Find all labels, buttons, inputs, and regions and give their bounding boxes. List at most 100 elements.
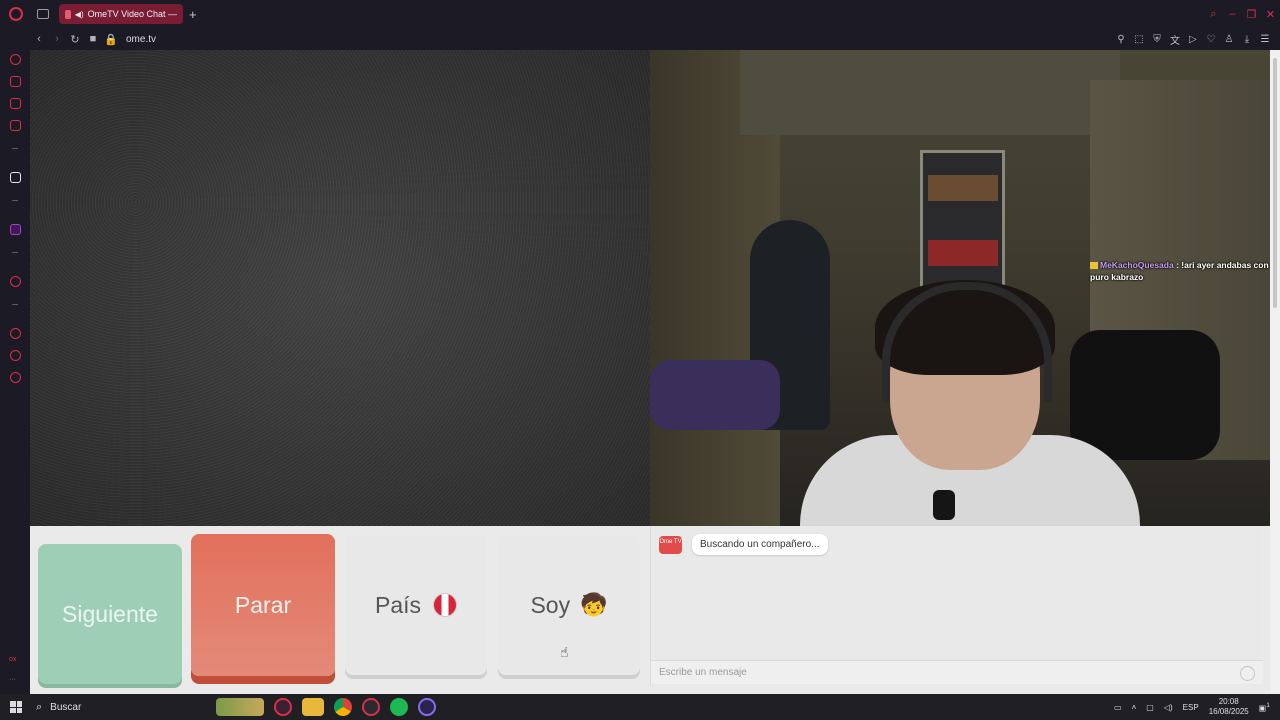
stream-chat-overlay: MeKachoQuesada : !ari ayer andabas con p…	[1090, 259, 1270, 283]
new-tab-button[interactable]: +	[189, 7, 197, 22]
workspace-icon[interactable]	[37, 9, 49, 19]
sidebar-divider	[12, 304, 18, 305]
pin-icon[interactable]: ⚲	[1112, 34, 1130, 45]
network-icon[interactable]: ▢	[1146, 703, 1154, 712]
volume-icon[interactable]: ◁)	[1164, 703, 1173, 712]
clock-time: 20:08	[1218, 697, 1239, 706]
sidebar-ox-label[interactable]: ox	[9, 656, 16, 663]
chrome-icon[interactable]	[334, 698, 352, 716]
easy-setup-icon[interactable]: ☰	[1256, 34, 1274, 45]
camera-icon[interactable]: ■	[84, 33, 102, 45]
messenger-icon[interactable]	[10, 98, 21, 109]
spotify-icon[interactable]	[390, 698, 408, 716]
search-label: Buscar	[50, 701, 82, 713]
history-icon[interactable]	[10, 328, 21, 339]
browser-titlebar: ◀) OmeTV Video Chat — + ⌕ – ❐ ✕	[0, 0, 1280, 28]
gender-button-label: Soy	[530, 591, 571, 618]
tab-title: OmeTV Video Chat —	[87, 9, 177, 19]
lock-icon: 🔒	[104, 33, 118, 46]
ometv-favicon-icon	[65, 9, 71, 19]
url-field[interactable]: ome.tv	[126, 34, 156, 45]
ometv-logo-icon: Ome TV	[659, 536, 682, 554]
gaming-chair	[1070, 330, 1220, 460]
page-scrollbar[interactable]	[1270, 50, 1280, 694]
scrollbar-thumb[interactable]	[1273, 58, 1277, 308]
shelf-items	[928, 240, 998, 266]
sidebar-divider	[12, 200, 18, 201]
boy-icon: 🧒	[580, 592, 608, 617]
wallet-icon[interactable]: ♙	[1220, 34, 1238, 45]
file-explorer-icon[interactable]	[302, 698, 324, 716]
shelf-boxes	[928, 175, 998, 201]
extensions-icon[interactable]	[10, 350, 21, 361]
restore-icon[interactable]: ❐	[1242, 8, 1261, 21]
obs-icon[interactable]	[418, 698, 436, 716]
close-icon[interactable]: ✕	[1261, 8, 1280, 21]
next-button[interactable]: Siguiente	[38, 544, 182, 684]
speaker-icon[interactable]: ◀)	[75, 10, 84, 19]
sidebar-divider	[12, 252, 18, 253]
opera-taskbar-icon[interactable]	[274, 698, 292, 716]
back-icon[interactable]: ‹	[30, 33, 48, 45]
floor-bag	[650, 360, 780, 430]
twitch-icon[interactable]	[10, 224, 21, 235]
gender-button[interactable]: Soy 🧒	[498, 535, 640, 675]
opera-sidebar: ox ···	[0, 50, 30, 694]
tray-chevron-icon[interactable]: ˄	[1132, 703, 1137, 712]
play-icon[interactable]: ▷	[1184, 34, 1202, 45]
bag-icon[interactable]	[10, 76, 21, 87]
snapshot-icon[interactable]: ⬚	[1130, 34, 1148, 45]
room-ceiling	[740, 50, 1120, 135]
clock[interactable]: 20:08 16/08/2025	[1209, 697, 1249, 717]
chat-badge-icon	[1090, 262, 1098, 269]
window-controls: ⌕ – ❐ ✕	[1204, 8, 1280, 21]
minimize-icon[interactable]: –	[1223, 8, 1242, 20]
chat-username: MeKachoQuesada	[1100, 260, 1174, 270]
message-placeholder: Escribe un mensaje	[659, 667, 747, 678]
next-button-label: Siguiente	[62, 600, 158, 627]
download-icon[interactable]: ⤓	[1238, 34, 1256, 45]
language-indicator[interactable]: ESP	[1183, 703, 1199, 712]
search-tabs-icon[interactable]: ⌕	[1204, 8, 1223, 21]
sidebar-more-icon[interactable]: ···	[9, 676, 16, 683]
message-input[interactable]: Escribe un mensaje	[651, 660, 1263, 684]
address-bar: ‹ › ↻ ■ 🔒 ome.tv ⚲ ⬚ ⛨ 文 ▷ ♡ ♙ ⤓ ☰	[0, 28, 1280, 50]
reload-icon[interactable]: ↻	[66, 33, 84, 46]
arc-icon[interactable]	[10, 172, 21, 183]
emoji-icon[interactable]	[1240, 666, 1255, 681]
notification-count: 1	[1266, 701, 1270, 709]
stop-button-label: Parar	[234, 591, 292, 618]
start-icon[interactable]	[10, 701, 22, 713]
taskbar-search[interactable]: ⌕ Buscar	[36, 701, 206, 714]
country-filter-button[interactable]: País	[345, 535, 487, 675]
chat-panel: Ome TV Buscando un compañero... Escribe …	[650, 526, 1263, 686]
translate-icon[interactable]: 文	[1166, 32, 1184, 47]
opera-gx-icon[interactable]	[362, 698, 380, 716]
player-icon[interactable]	[10, 276, 21, 287]
self-video: MeKachoQuesada : !ari ayer andabas con p…	[650, 50, 1270, 526]
partner-video-static	[30, 50, 650, 526]
clock-date: 16/08/2025	[1208, 707, 1249, 716]
widgets-icon[interactable]	[216, 698, 264, 716]
windows-taskbar: ⌕ Buscar ▭ ˄ ▢ ◁) ESP 20:08 16/08/2025 ▣…	[0, 694, 1280, 720]
search-icon: ⌕	[36, 700, 43, 713]
ometv-page: MeKachoQuesada : !ari ayer andabas con p…	[30, 50, 1270, 694]
microphone	[933, 490, 955, 520]
gmail-icon[interactable]	[10, 120, 21, 131]
keyboard-layout-icon[interactable]: ▭	[1114, 703, 1122, 712]
peru-flag-icon	[433, 593, 458, 617]
status-message: Buscando un compañero...	[692, 534, 828, 555]
mouse-pointer-icon: ☝	[560, 644, 569, 660]
country-button-label: País	[374, 591, 422, 618]
opera-menu-icon[interactable]	[9, 7, 23, 21]
settings-icon[interactable]	[10, 372, 21, 383]
shield-icon[interactable]: ⛨	[1148, 34, 1166, 45]
toolbar-right: ⚲ ⬚ ⛨ 文 ▷ ♡ ♙ ⤓ ☰	[1112, 32, 1274, 47]
stop-button[interactable]: Parar	[191, 534, 335, 676]
heart-icon[interactable]: ♡	[1202, 34, 1220, 45]
aria-icon[interactable]	[10, 54, 21, 65]
forward-icon[interactable]: ›	[48, 33, 66, 45]
tab-ometv[interactable]: ◀) OmeTV Video Chat —	[59, 4, 183, 24]
notifications-icon[interactable]: ▣1	[1259, 702, 1270, 713]
system-tray: ▭ ˄ ▢ ◁) ESP 20:08 16/08/2025 ▣1	[1114, 697, 1270, 717]
